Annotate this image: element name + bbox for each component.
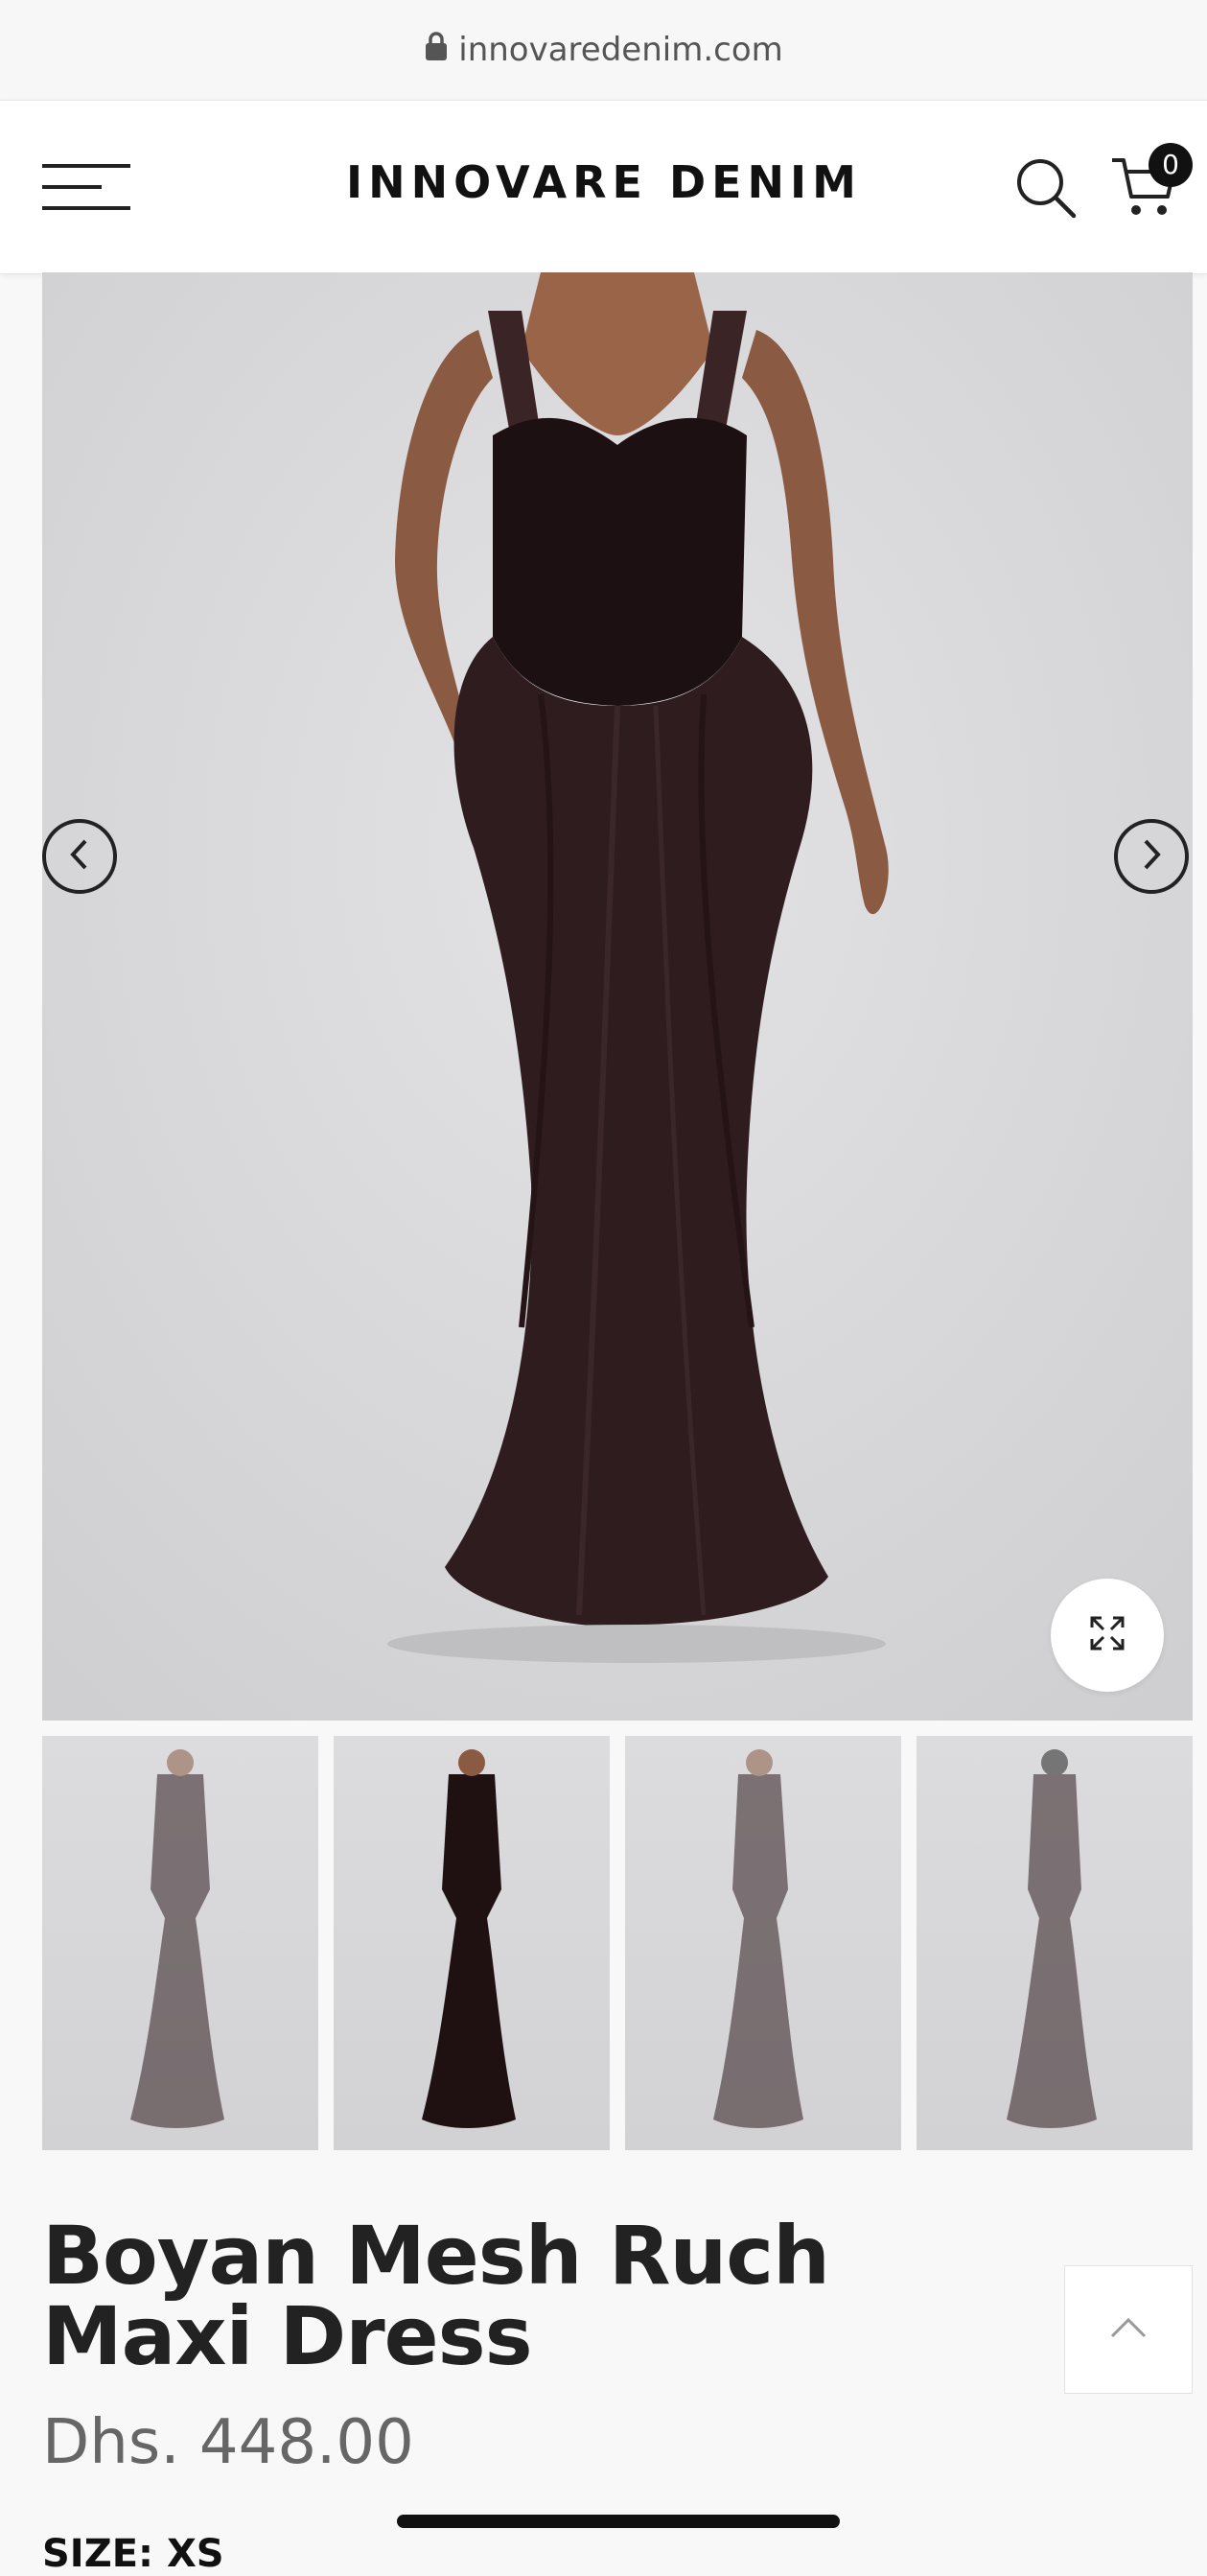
address-bar[interactable]: innovaredenim.com [0,0,1207,100]
cart-count-badge[interactable]: 0 [1149,143,1193,187]
thumbnail-1[interactable] [42,1736,318,2150]
chevron-up-icon [1109,2316,1148,2344]
search-icon[interactable] [1014,156,1078,220]
lock-icon [424,31,449,70]
chevron-right-icon [1140,838,1163,876]
back-to-top-button[interactable] [1064,2265,1193,2394]
chevron-left-icon [68,838,91,876]
product-main-image[interactable] [42,272,1193,1721]
thumbnail-strip [42,1736,1193,2150]
prev-image-button[interactable] [42,819,117,894]
size-label: SIZE: XS [42,2532,224,2576]
product-price: Dhs. 448.00 [42,2407,414,2478]
hamburger-menu-icon[interactable] [42,160,130,214]
zoom-button[interactable] [1051,1579,1164,1692]
site-header: INNOVARE DENIM 0 [0,100,1207,274]
thumbnail-2[interactable] [334,1736,610,2150]
url-text[interactable]: innovaredenim.com [458,31,783,69]
next-image-button[interactable] [1114,819,1189,894]
expand-icon [1088,1614,1126,1657]
site-logo[interactable]: INNOVARE DENIM [345,156,863,208]
thumbnail-4[interactable] [917,1736,1193,2150]
home-indicator[interactable] [397,2515,840,2528]
thumbnail-3[interactable] [625,1736,901,2150]
product-title: Boyan Mesh Ruch Maxi Dress [42,2209,830,2383]
